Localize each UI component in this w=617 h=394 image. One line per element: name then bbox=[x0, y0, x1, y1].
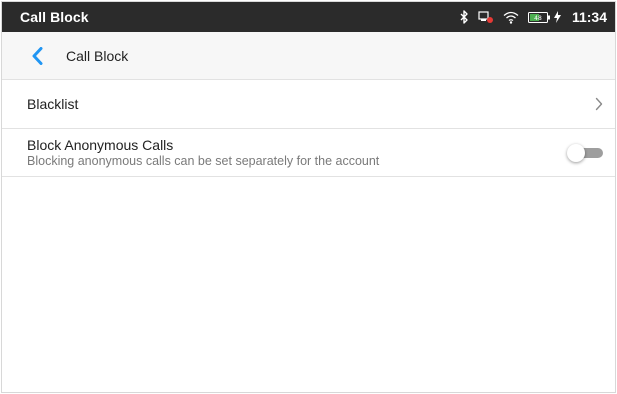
battery-level-text: 48 bbox=[534, 15, 542, 22]
block-anonymous-calls-toggle[interactable] bbox=[567, 144, 603, 162]
toggle-thumb bbox=[567, 144, 585, 162]
call-block-screen: Call Block 48 11:34 Call Block Blacklist… bbox=[1, 1, 616, 393]
block-anonymous-calls-title: Block Anonymous Calls bbox=[27, 137, 174, 153]
status-bar-title: Call Block bbox=[20, 9, 89, 25]
bluetooth-icon bbox=[460, 10, 469, 24]
status-time: 11:34 bbox=[571, 9, 607, 25]
status-icons: 48 11:34 bbox=[460, 9, 607, 25]
wifi-icon bbox=[503, 11, 519, 24]
status-bar: Call Block 48 11:34 bbox=[2, 2, 615, 32]
page-title: Call Block bbox=[66, 47, 129, 64]
blacklist-row[interactable]: Blacklist bbox=[2, 80, 615, 129]
back-button[interactable] bbox=[22, 41, 52, 71]
block-anonymous-calls-row[interactable]: Block Anonymous Calls Blocking anonymous… bbox=[2, 129, 615, 177]
app-bar: Call Block bbox=[2, 32, 615, 80]
charging-icon bbox=[553, 11, 561, 23]
network-disconnected-icon bbox=[478, 10, 494, 24]
block-anonymous-calls-subtitle: Blocking anonymous calls can be set sepa… bbox=[27, 154, 380, 168]
blacklist-label: Blacklist bbox=[27, 96, 79, 112]
battery-icon: 48 bbox=[527, 11, 552, 24]
chevron-right-icon bbox=[595, 97, 603, 111]
chevron-left-icon bbox=[31, 46, 43, 65]
